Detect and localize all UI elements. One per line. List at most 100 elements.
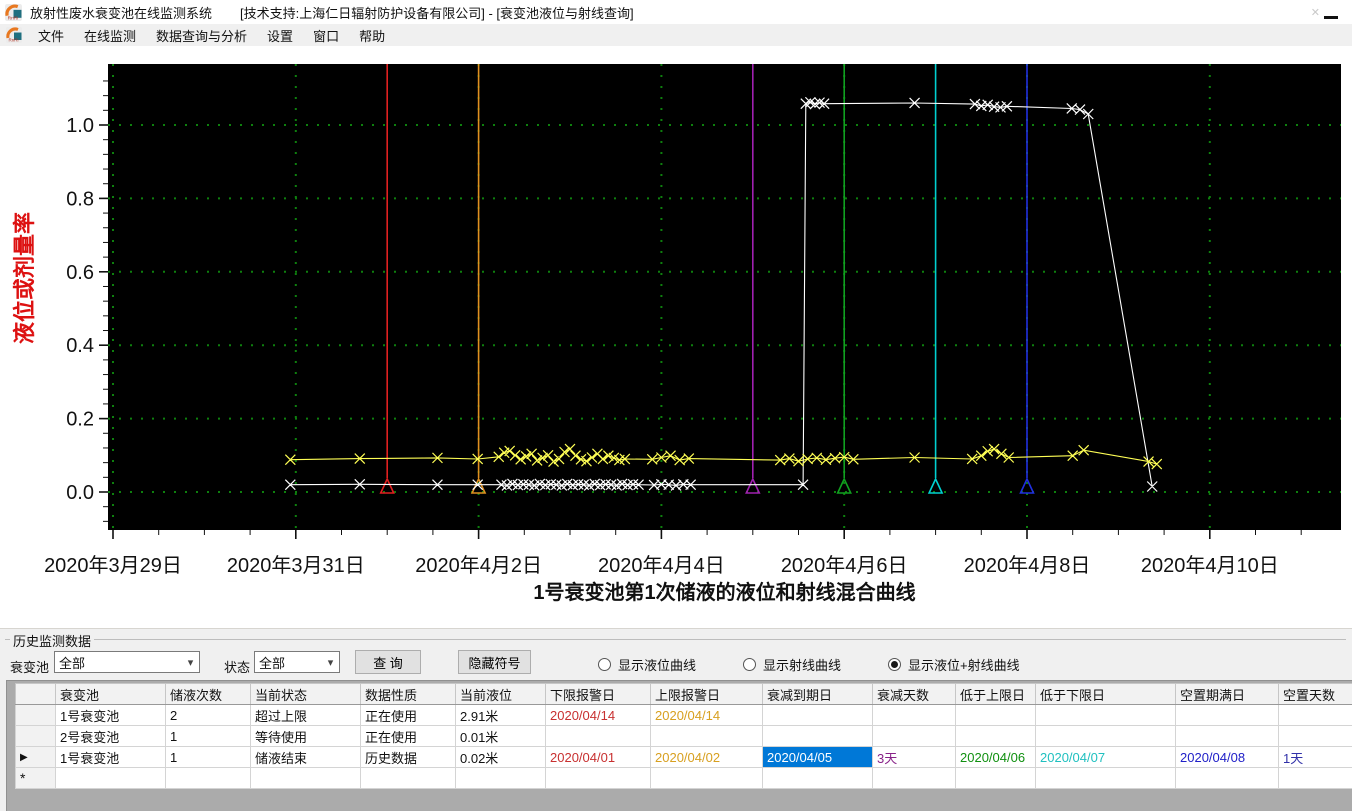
table-cell[interactable]	[872, 704, 956, 726]
y-axis-tick-label: 0.8	[66, 188, 94, 210]
app-logo-icon: RnRi	[5, 3, 22, 21]
table-cell[interactable]	[1278, 725, 1352, 747]
column-header[interactable]: 数据性质	[360, 683, 456, 705]
column-header[interactable]: 当前液位	[455, 683, 546, 705]
radio-circle-icon	[888, 658, 902, 671]
table-cell[interactable]: 2020/04/08	[1175, 746, 1279, 768]
row-selector[interactable]	[15, 704, 56, 726]
column-header[interactable]: 下限报警日	[545, 683, 651, 705]
row-selector[interactable]	[15, 725, 56, 747]
table-cell[interactable]	[1035, 725, 1176, 747]
column-header[interactable]: 衰变池	[55, 683, 166, 705]
chart-title: 1号衰变池第1次储液的液位和射线混合曲线	[533, 580, 915, 604]
column-header[interactable]: 空置天数	[1278, 683, 1352, 705]
table-cell[interactable]: 0.01米	[455, 725, 546, 747]
column-header[interactable]: 衰减到期日	[762, 683, 873, 705]
table-cell[interactable]	[762, 704, 873, 726]
menu-settings[interactable]: 设置	[257, 24, 303, 47]
table-cell[interactable]	[1175, 767, 1279, 789]
status-filter-value: 全部	[259, 655, 286, 671]
table-cell[interactable]	[55, 767, 166, 789]
table-cell[interactable]	[1278, 704, 1352, 726]
table-cell[interactable]	[762, 725, 873, 747]
table-cell[interactable]: 2020/04/06	[955, 746, 1036, 768]
table-cell[interactable]: 2020/04/01	[545, 746, 651, 768]
table-cell[interactable]: 1号衰变池	[55, 704, 166, 726]
y-axis-tick-label: 0.6	[66, 262, 94, 284]
table-row: *	[15, 767, 1352, 789]
table-cell[interactable]	[545, 767, 651, 789]
minimize-button[interactable]	[1324, 4, 1338, 19]
table-cell[interactable]	[955, 725, 1036, 747]
table-cell[interactable]	[955, 767, 1036, 789]
table-cell[interactable]: 历史数据	[360, 746, 456, 768]
hide-symbols-button[interactable]: 隐藏符号	[458, 650, 531, 674]
table-header-row: 衰变池 储液次数 当前状态 数据性质 当前液位 下限报警日 上限报警日 衰减到期日 衰减天数 低于…	[15, 683, 1352, 705]
table-cell[interactable]: 超过上限	[250, 704, 361, 726]
pool-filter-combobox[interactable]: 全部 ▾	[54, 651, 200, 673]
table-cell[interactable]: 1	[165, 725, 251, 747]
table-cell[interactable]: 2号衰变池	[55, 725, 166, 747]
column-header[interactable]: 上限报警日	[650, 683, 763, 705]
close-icon[interactable]: ✕	[1311, 8, 1320, 19]
current-row-indicator[interactable]: ▶	[15, 746, 56, 768]
table-cell[interactable]	[650, 767, 763, 789]
pool-filter-value: 全部	[59, 655, 86, 671]
column-header[interactable]: 低于下限日	[1035, 683, 1176, 705]
menu-window[interactable]: 窗口	[303, 24, 349, 47]
table-cell[interactable]	[165, 767, 251, 789]
table-cell[interactable]	[955, 704, 1036, 726]
table-cell[interactable]: 1天	[1278, 746, 1352, 768]
new-row-indicator[interactable]: *	[15, 767, 56, 789]
table-cell[interactable]: 2020/04/05	[762, 746, 873, 768]
svg-text:RnRi: RnRi	[9, 38, 19, 43]
chevron-down-icon: ▾	[327, 656, 334, 669]
radio-show-level-curve[interactable]: 显示液位曲线	[598, 655, 696, 674]
table-cell[interactable]: 2020/04/02	[650, 746, 763, 768]
menu-file[interactable]: 文件	[28, 24, 74, 47]
table-cell[interactable]	[872, 767, 956, 789]
radio-label: 显示射线曲线	[763, 658, 842, 673]
status-filter-combobox[interactable]: 全部 ▾	[254, 651, 340, 673]
query-button[interactable]: 查 询	[355, 650, 421, 674]
table-cell[interactable]	[1035, 704, 1176, 726]
table-cell[interactable]: 2020/04/14	[650, 704, 763, 726]
menu-help[interactable]: 帮助	[349, 24, 395, 47]
table-cell[interactable]: 1号衰变池	[55, 746, 166, 768]
table-cell[interactable]	[360, 767, 456, 789]
table-cell[interactable]: 2020/04/14	[545, 704, 651, 726]
table-cell[interactable]: 1	[165, 746, 251, 768]
radio-show-level-plus-ray-curve[interactable]: 显示液位+射线曲线	[888, 655, 1020, 674]
table-cell[interactable]: 0.02米	[455, 746, 546, 768]
menu-online-monitor[interactable]: 在线监测	[74, 24, 146, 47]
table-cell[interactable]: 等待使用	[250, 725, 361, 747]
table-cell[interactable]: 正在使用	[360, 704, 456, 726]
column-header[interactable]: 衰减天数	[872, 683, 956, 705]
table-cell[interactable]	[1278, 767, 1352, 789]
table-cell[interactable]: 2.91米	[455, 704, 546, 726]
table-cell[interactable]: 储液结束	[250, 746, 361, 768]
menu-data-query-analysis[interactable]: 数据查询与分析	[146, 24, 257, 47]
table-cell[interactable]: 正在使用	[360, 725, 456, 747]
table-cell[interactable]	[650, 725, 763, 747]
table-cell[interactable]	[1175, 725, 1279, 747]
table-cell[interactable]: 2020/04/07	[1035, 746, 1176, 768]
table-cell[interactable]: 3天	[872, 746, 956, 768]
table-cell[interactable]	[1035, 767, 1176, 789]
y-axis-title: 液位或剂量率	[12, 212, 37, 344]
column-header[interactable]: 低于上限日	[955, 683, 1036, 705]
table-cell[interactable]	[762, 767, 873, 789]
table-row: 1号衰变池 2 超过上限 正在使用 2.91米 2020/04/14 2020/04/14	[15, 704, 1352, 726]
table-cell[interactable]	[1175, 704, 1279, 726]
table-cell[interactable]	[545, 725, 651, 747]
x-axis-tick-label: 2020年4月10日	[1141, 554, 1279, 577]
column-header[interactable]: 空置期满日	[1175, 683, 1279, 705]
y-axis-tick-label: 0.0	[66, 482, 94, 504]
column-header[interactable]: 当前状态	[250, 683, 361, 705]
radio-show-ray-curve[interactable]: 显示射线曲线	[743, 655, 841, 674]
table-cell[interactable]	[455, 767, 546, 789]
column-header[interactable]: 储液次数	[165, 683, 251, 705]
table-cell[interactable]	[250, 767, 361, 789]
table-cell[interactable]	[872, 725, 956, 747]
table-cell[interactable]: 2	[165, 704, 251, 726]
